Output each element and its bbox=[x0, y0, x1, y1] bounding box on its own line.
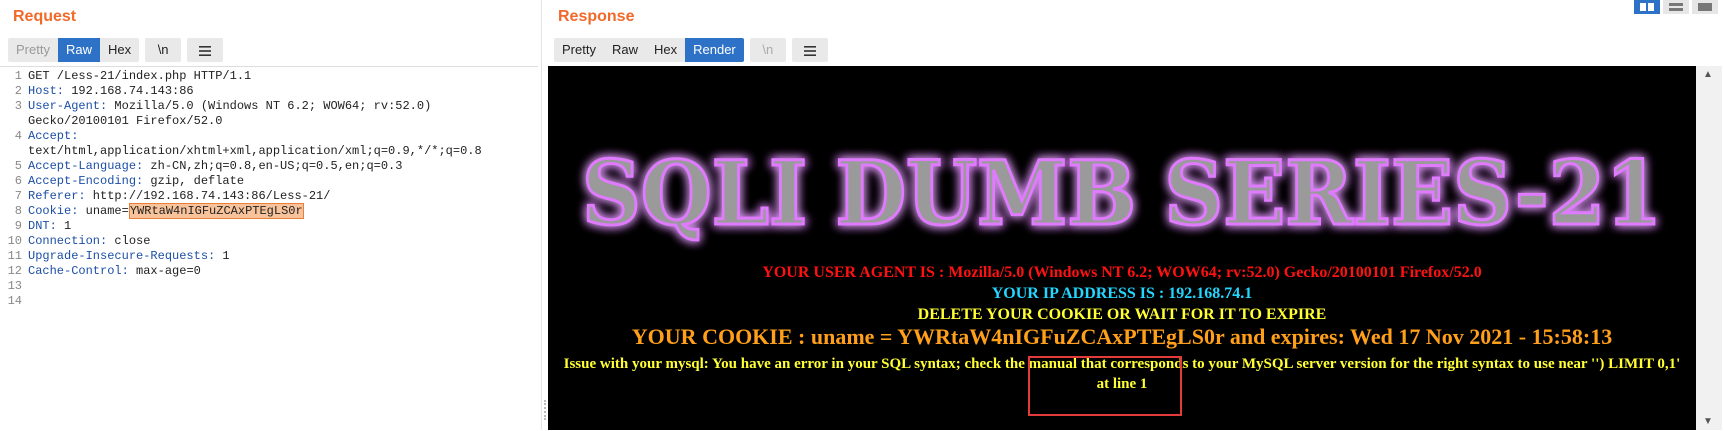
header-value: Gecko/20100101 Firefox/52.0 bbox=[28, 114, 223, 128]
scroll-down-icon[interactable]: ▼ bbox=[1703, 416, 1713, 427]
hamburger-icon bbox=[199, 45, 212, 56]
request-toolbar: Pretty Raw Hex \n bbox=[8, 38, 224, 62]
line-number: 2 bbox=[14, 84, 22, 98]
cookie-value-selection[interactable]: YWRtaW4nIGFuZCAxPTEgLS0r bbox=[128, 203, 304, 219]
response-tab-render[interactable]: Render bbox=[685, 38, 744, 62]
line-number: 4 bbox=[14, 129, 22, 143]
header-value: uname= bbox=[78, 204, 129, 218]
response-panel: Response Pretty Raw Hex Render \n SQLI D… bbox=[548, 0, 1724, 430]
response-tab-raw[interactable]: Raw bbox=[604, 38, 646, 62]
request-line: 7 Referer: http://192.168.74.143:86/Less-… bbox=[0, 189, 538, 204]
response-view-tabs: Pretty Raw Hex Render bbox=[554, 38, 744, 62]
request-panel: Request Pretty Raw Hex \n 1 GET /Less-21/… bbox=[0, 0, 548, 430]
line-number: 14 bbox=[7, 294, 22, 308]
header-key: Host: bbox=[28, 84, 65, 98]
header-value: gzip, deflate bbox=[143, 174, 245, 188]
line-number: 8 bbox=[14, 204, 22, 218]
request-line: 3 User-Agent: Mozilla/5.0 (Windows NT 6.2… bbox=[0, 99, 538, 114]
line-number: 10 bbox=[7, 234, 22, 248]
request-line: Gecko/20100101 Firefox/52.0 bbox=[0, 114, 538, 129]
response-menu-button[interactable] bbox=[791, 38, 828, 62]
line-number: 6 bbox=[14, 174, 22, 188]
header-value: zh-CN,zh;q=0.8,en-US;q=0.5,en;q=0.3 bbox=[143, 159, 403, 173]
request-line: 9 DNT: 1 bbox=[0, 219, 538, 234]
line-number: 3 bbox=[14, 99, 22, 113]
request-menu-button[interactable] bbox=[187, 38, 224, 62]
header-value: max-age=0 bbox=[128, 264, 201, 278]
banner-title: SQLI DUMB SERIES-21 bbox=[582, 141, 1662, 245]
request-line: 10 Connection: close bbox=[0, 234, 538, 249]
request-line: 6 Accept-Encoding: gzip, deflate bbox=[0, 174, 538, 189]
delete-cookie-text: DELETE YOUR COOKIE OR WAIT FOR IT TO EXP… bbox=[917, 306, 1327, 323]
header-key: DNT: bbox=[28, 219, 57, 233]
request-tab-raw[interactable]: Raw bbox=[57, 38, 100, 62]
request-view-tabs: Pretty Raw Hex bbox=[8, 38, 140, 62]
request-line: 2 Host: 192.168.74.143:86 bbox=[0, 84, 538, 99]
header-value: 192.168.74.143:86 bbox=[64, 84, 194, 98]
line-number: 7 bbox=[14, 189, 22, 203]
hamburger-icon bbox=[803, 45, 816, 56]
scroll-up-icon[interactable]: ▲ bbox=[1703, 69, 1713, 80]
header-key: Accept-Encoding: bbox=[28, 174, 144, 188]
annotation-box bbox=[1028, 356, 1182, 416]
header-value: http://192.168.74.143:86/Less-21/ bbox=[85, 189, 331, 203]
request-tab-hex[interactable]: Hex bbox=[100, 38, 139, 62]
line-number: 12 bbox=[7, 264, 22, 278]
header-key: Connection: bbox=[28, 234, 108, 248]
header-value: text/html,application/xhtml+xml,applicat… bbox=[28, 144, 482, 158]
request-line: 13 bbox=[0, 279, 538, 294]
request-line: 12 Cache-Control: max-age=0 bbox=[0, 264, 538, 279]
header-value: close bbox=[107, 234, 151, 248]
header-value: GET /Less-21/index.php HTTP/1.1 bbox=[28, 69, 252, 83]
request-editor[interactable]: 1 GET /Less-21/index.php HTTP/1.1 2 Host: … bbox=[0, 66, 538, 431]
request-line-cookie: 8 Cookie: uname=YWRtaW4nIGFuZCAxPTEgLS0r bbox=[0, 203, 538, 219]
header-value: 1 bbox=[56, 219, 72, 233]
request-line: text/html,application/xhtml+xml,applicat… bbox=[0, 144, 538, 159]
request-title: Request bbox=[13, 8, 77, 25]
header-key: Cookie: bbox=[28, 204, 79, 218]
response-tab-pretty[interactable]: Pretty bbox=[554, 38, 604, 62]
header-key: Referer: bbox=[28, 189, 86, 203]
line-number: 11 bbox=[7, 249, 22, 263]
request-tab-pretty[interactable]: Pretty bbox=[8, 38, 58, 62]
line-number: 1 bbox=[14, 69, 22, 83]
header-key: Upgrade-Insecure-Requests: bbox=[28, 249, 216, 263]
line-number: 13 bbox=[7, 279, 22, 293]
layout-controls bbox=[1634, 0, 1721, 14]
response-tab-hex[interactable]: Hex bbox=[646, 38, 685, 62]
ip-address-text: YOUR IP ADDRESS IS : 192.168.74.1 bbox=[991, 285, 1253, 302]
response-title: Response bbox=[558, 8, 635, 25]
request-line: 1 GET /Less-21/index.php HTTP/1.1 bbox=[0, 69, 538, 84]
header-value: 1 bbox=[215, 249, 230, 263]
split-horizontal-icon[interactable] bbox=[1634, 0, 1660, 14]
header-key: Cache-Control: bbox=[28, 264, 129, 278]
header-value: Mozilla/5.0 (Windows NT 6.2; WOW64; rv:5… bbox=[107, 99, 432, 113]
cookie-text: YOUR COOKIE : uname = YWRtaW4nIGFuZCAxPT… bbox=[631, 324, 1613, 349]
request-line: 14 bbox=[0, 294, 538, 309]
user-agent-text: YOUR USER AGENT IS : Mozilla/5.0 (Window… bbox=[762, 264, 1482, 281]
single-view-icon[interactable] bbox=[1692, 0, 1718, 14]
sqli-banner: SQLI DUMB SERIES-21 bbox=[581, 140, 1664, 247]
header-key: User-Agent: bbox=[28, 99, 108, 113]
split-vertical-icon[interactable] bbox=[1663, 0, 1689, 14]
panel-divider[interactable] bbox=[541, 0, 542, 430]
request-line: 5 Accept-Language: zh-CN,zh;q=0.8,en-US;q… bbox=[0, 159, 538, 174]
request-newline-button[interactable]: \n bbox=[145, 38, 182, 62]
request-line: 11 Upgrade-Insecure-Requests: 1 bbox=[0, 249, 538, 264]
response-newline-button[interactable]: \n bbox=[749, 38, 786, 62]
header-key: Accept-Language: bbox=[28, 159, 144, 173]
line-number: 9 bbox=[14, 219, 22, 233]
header-key: Accept: bbox=[28, 129, 79, 143]
response-toolbar: Pretty Raw Hex Render \n bbox=[554, 38, 828, 62]
rendered-response: SQLI DUMB SERIES-21 YOUR USER AGENT IS :… bbox=[548, 66, 1696, 430]
line-number: 5 bbox=[14, 159, 22, 173]
response-scrollbar[interactable]: ▲ ▼ bbox=[1696, 66, 1722, 430]
request-line: 4 Accept: bbox=[0, 129, 538, 144]
